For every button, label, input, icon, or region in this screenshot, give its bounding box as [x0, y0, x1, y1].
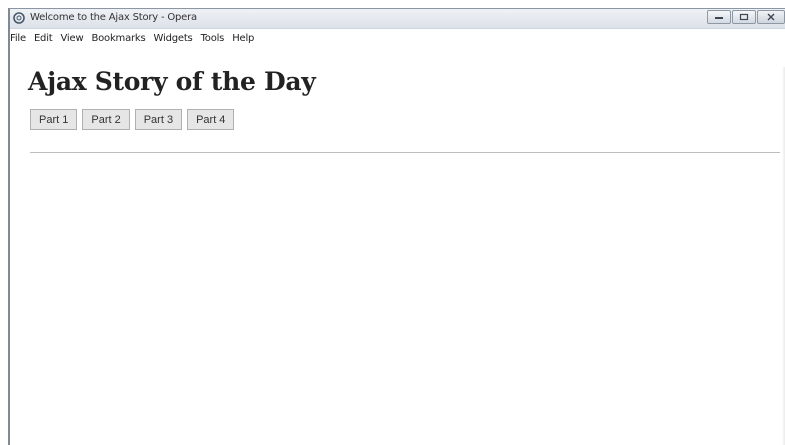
menu-help[interactable]: Help: [232, 33, 259, 44]
menu-file[interactable]: File: [10, 33, 31, 44]
part-1-button[interactable]: Part 1: [30, 109, 78, 130]
minimize-button[interactable]: [707, 10, 731, 24]
minimize-icon: [715, 17, 723, 19]
browser-window: Welcome to the Ajax Story - Opera File E…: [8, 8, 785, 445]
maximize-button[interactable]: [732, 10, 756, 24]
opera-icon: [13, 12, 25, 24]
part-button-group: Part 1 Part 2 Part 3 Part 4: [30, 109, 239, 130]
horizontal-divider: [30, 152, 780, 153]
menu-tools[interactable]: Tools: [201, 33, 230, 44]
menu-widgets[interactable]: Widgets: [154, 33, 198, 44]
part-3-button[interactable]: Part 3: [134, 109, 183, 130]
menu-view[interactable]: View: [61, 33, 89, 44]
page-content: Ajax Story of the Day Part 1 Part 2 Part…: [10, 47, 785, 445]
page-title: Ajax Story of the Day: [28, 67, 316, 96]
title-bar: Welcome to the Ajax Story - Opera: [10, 9, 785, 29]
window-controls: [706, 10, 785, 25]
window-title: Welcome to the Ajax Story - Opera: [30, 12, 197, 23]
part-2-button[interactable]: Part 2: [82, 109, 130, 130]
close-button[interactable]: [757, 10, 785, 24]
close-icon: [767, 13, 775, 21]
maximize-icon: [739, 13, 749, 21]
menu-bar: File Edit View Bookmarks Widgets Tools H…: [10, 30, 262, 46]
menu-edit[interactable]: Edit: [34, 33, 58, 44]
part-4-button[interactable]: Part 4: [187, 109, 235, 130]
menu-bookmarks[interactable]: Bookmarks: [91, 33, 150, 44]
